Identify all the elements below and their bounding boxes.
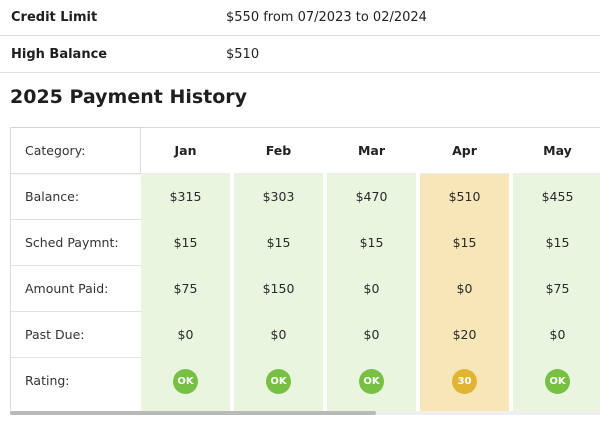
cell-paid: $150 bbox=[262, 281, 295, 296]
horizontal-scrollbar[interactable] bbox=[10, 411, 600, 415]
credit-limit-row: Credit Limit $550 from 07/2023 to 02/202… bbox=[0, 0, 600, 36]
rating-badge: OK bbox=[359, 369, 384, 394]
cell-balance: $315 bbox=[169, 189, 202, 204]
row-label-text: Past Due: bbox=[25, 327, 85, 342]
row-label-text: Amount Paid: bbox=[25, 281, 109, 296]
high-balance-value: $510 bbox=[226, 47, 260, 62]
cell-paid: $0 bbox=[456, 281, 473, 296]
cell-balance: $510 bbox=[448, 189, 481, 204]
month-values: $510 $15 $0 $20 30 bbox=[420, 174, 509, 414]
month-values: $470 $15 $0 $0 OK bbox=[327, 174, 416, 414]
month-column-may: May $455 $15 $75 $0 OK bbox=[513, 128, 600, 414]
credit-limit-label: Credit Limit bbox=[11, 10, 98, 25]
scrollbar-thumb[interactable] bbox=[10, 411, 376, 415]
month-header: Feb bbox=[234, 128, 323, 174]
month-header: Mar bbox=[327, 128, 416, 174]
cell-past-due: $0 bbox=[270, 327, 287, 342]
month-header: Jan bbox=[141, 128, 230, 174]
row-label-rating: Rating: bbox=[11, 358, 141, 404]
cell-sched: $15 bbox=[545, 235, 570, 250]
cell-sched: $15 bbox=[266, 235, 291, 250]
category-header: Category: bbox=[11, 128, 141, 174]
row-label-text: Balance: bbox=[25, 189, 80, 204]
rating-badge: OK bbox=[173, 369, 198, 394]
month-column-mar: Mar $470 $15 $0 $0 OK bbox=[327, 128, 416, 414]
month-header: Apr bbox=[420, 128, 509, 174]
month-column-apr: Apr $510 $15 $0 $20 30 bbox=[420, 128, 509, 414]
cell-balance: $303 bbox=[262, 189, 295, 204]
month-values: $303 $15 $150 $0 OK bbox=[234, 174, 323, 414]
row-label-text: Sched Paymnt: bbox=[25, 235, 119, 250]
credit-limit-value: $550 from 07/2023 to 02/2024 bbox=[226, 10, 427, 25]
cell-past-due: $0 bbox=[549, 327, 566, 342]
row-label-balance: Balance: bbox=[11, 174, 141, 220]
month-column-feb: Feb $303 $15 $150 $0 OK bbox=[234, 128, 323, 414]
cell-paid: $0 bbox=[363, 281, 380, 296]
rating-badge: OK bbox=[266, 369, 291, 394]
cell-past-due: $0 bbox=[177, 327, 194, 342]
cell-sched: $15 bbox=[173, 235, 198, 250]
cell-paid: $75 bbox=[545, 281, 570, 296]
rating-badge: 30 bbox=[452, 369, 477, 394]
cell-past-due: $0 bbox=[363, 327, 380, 342]
month-values: $315 $15 $75 $0 OK bbox=[141, 174, 230, 414]
category-header-label: Category: bbox=[25, 143, 86, 158]
category-column: Category: Balance: Sched Paymnt: Amount … bbox=[10, 128, 141, 414]
cell-balance: $455 bbox=[541, 189, 574, 204]
cell-balance: $470 bbox=[355, 189, 388, 204]
high-balance-label: High Balance bbox=[11, 47, 108, 62]
section-title: 2025 Payment History bbox=[10, 86, 248, 108]
rating-badge: OK bbox=[545, 369, 570, 394]
month-header: May bbox=[513, 128, 600, 174]
month-values: $455 $15 $75 $0 OK bbox=[513, 174, 600, 414]
month-column-jan: Jan $315 $15 $75 $0 OK bbox=[141, 128, 230, 414]
row-label-past-due: Past Due: bbox=[11, 312, 141, 358]
cell-paid: $75 bbox=[173, 281, 198, 296]
row-label-sched-payment: Sched Paymnt: bbox=[11, 220, 141, 266]
row-label-text: Rating: bbox=[25, 373, 70, 388]
high-balance-row: High Balance $510 bbox=[0, 37, 600, 73]
payment-history-table: Category: Balance: Sched Paymnt: Amount … bbox=[10, 127, 600, 414]
cell-sched: $15 bbox=[359, 235, 384, 250]
cell-sched: $15 bbox=[452, 235, 477, 250]
row-label-amount-paid: Amount Paid: bbox=[11, 266, 141, 312]
cell-past-due: $20 bbox=[452, 327, 477, 342]
